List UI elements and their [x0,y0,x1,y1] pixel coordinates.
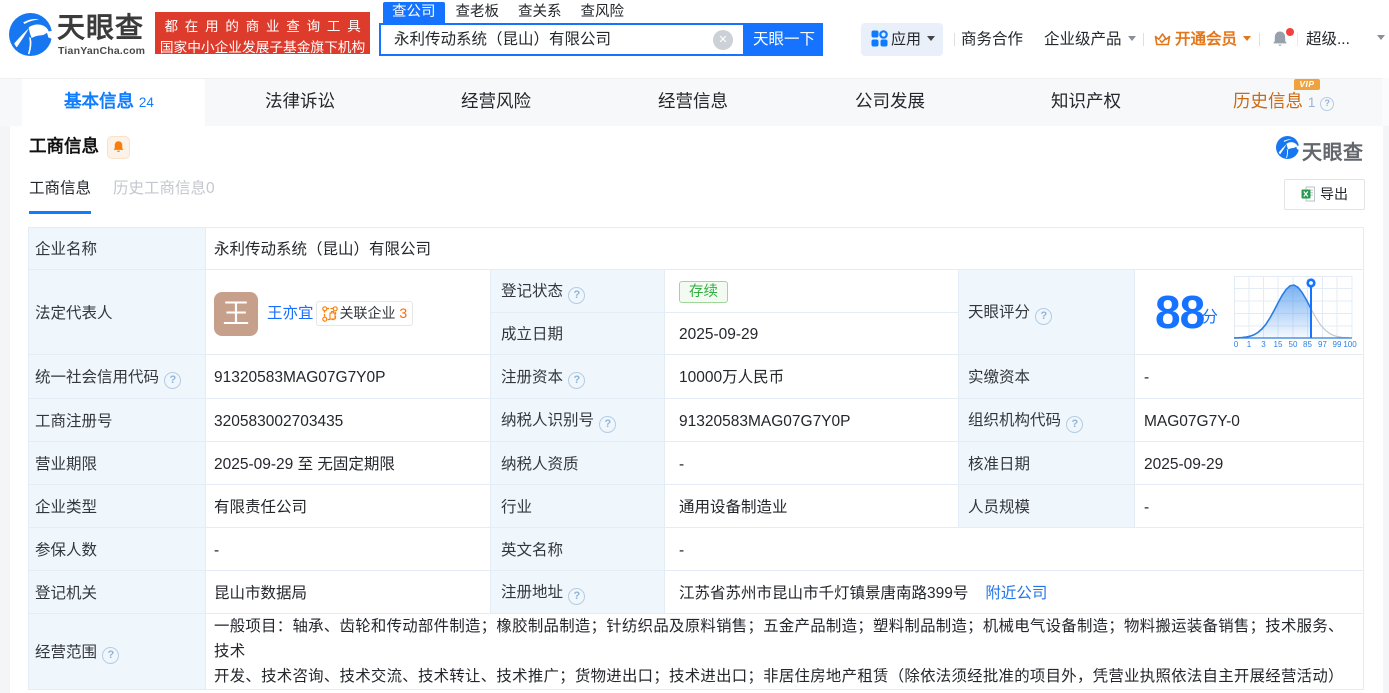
svg-text:1: 1 [1247,340,1252,349]
svg-text:3: 3 [1261,340,1266,349]
svg-text:85: 85 [1303,340,1312,349]
svg-text:0: 0 [1234,340,1239,349]
svg-text:97: 97 [1318,340,1327,349]
svg-text:15: 15 [1274,340,1283,349]
svg-text:50: 50 [1289,340,1298,349]
svg-text:99: 99 [1333,340,1342,349]
svg-text:100: 100 [1343,340,1357,349]
